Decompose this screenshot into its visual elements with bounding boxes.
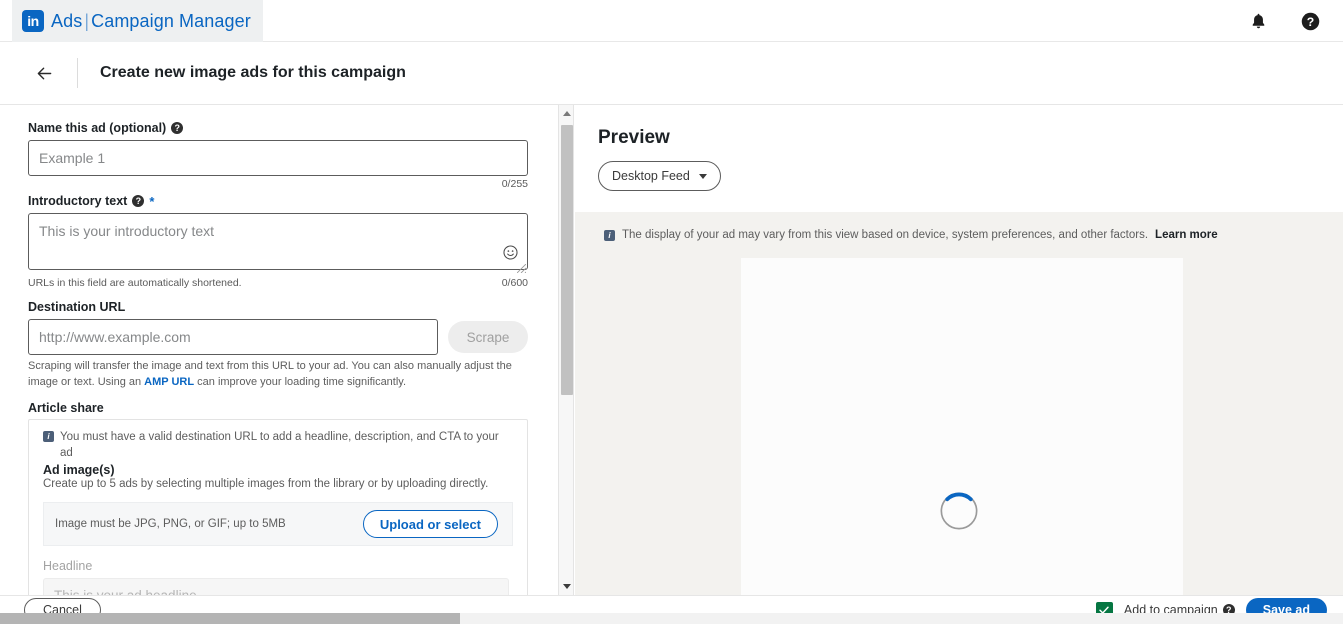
article-share-box: i You must have a valid destination URL … <box>28 418 528 595</box>
linkedin-logo-icon: in <box>22 10 44 32</box>
page-title: Create new image ads for this campaign <box>100 64 406 81</box>
help-circle-icon[interactable]: ? <box>1299 10 1321 32</box>
intro-url-note: URLs in this field are automatically sho… <box>28 277 242 289</box>
name-field-label-row: Name this ad (optional) ? <box>28 121 530 135</box>
preview-notice-text: The display of your ad may vary from thi… <box>622 228 1149 241</box>
scrape-button[interactable]: Scrape <box>448 321 528 353</box>
brand-logo-area[interactable]: in Ads | Campaign Manager <box>12 0 263 42</box>
headline-input[interactable]: This is your ad headline <box>43 578 509 595</box>
section-article-share: Article share i You must have a valid de… <box>28 401 530 595</box>
top-bar-actions: ? <box>1247 0 1321 42</box>
preview-title: Preview <box>598 127 670 148</box>
arrow-left-icon[interactable] <box>27 56 61 90</box>
chevron-down-icon <box>698 173 707 179</box>
campaign-manager-page: in Ads | Campaign Manager ? Create new ima… <box>0 0 1343 624</box>
preview-pane: Preview Desktop Feed i The display of yo… <box>575 105 1343 595</box>
field-name-this-ad: Name this ad (optional) ? 0/255 <box>28 121 530 190</box>
intro-text-textarea[interactable] <box>28 213 528 270</box>
top-bar: in Ads | Campaign Manager ? <box>0 0 1343 42</box>
ad-images-heading: Ad image(s) <box>43 463 115 478</box>
url-field-label: Destination URL <box>28 300 126 314</box>
ad-name-counter: 0/255 <box>501 178 528 190</box>
url-field-label-row: Destination URL <box>28 300 530 314</box>
info-icon: i <box>43 430 54 442</box>
vertical-scroll-thumb[interactable] <box>561 125 573 395</box>
article-share-label: Article share <box>28 400 104 415</box>
upload-row: Image must be JPG, PNG, or GIF; up to 5M… <box>43 502 513 547</box>
main-content: Name this ad (optional) ? 0/255 Introduc… <box>0 105 1343 595</box>
brand-ads-label: Ads <box>51 10 83 31</box>
header-divider <box>77 58 78 88</box>
scroll-down-arrow-icon[interactable] <box>559 578 575 595</box>
help-circle-icon[interactable]: ? <box>132 195 145 207</box>
upload-or-select-button[interactable]: Upload or select <box>362 510 498 539</box>
brand-title: Ads | Campaign Manager <box>51 11 251 32</box>
field-destination-url: Destination URL Scrape Scraping will tra… <box>28 300 530 391</box>
required-asterisk: * <box>149 193 155 209</box>
info-icon: i <box>604 230 615 241</box>
ad-preview-card <box>741 258 1183 595</box>
svg-text:?: ? <box>1306 14 1313 28</box>
preview-device-label: Desktop Feed <box>612 169 690 183</box>
preview-device-select[interactable]: Desktop Feed <box>598 161 721 191</box>
ad-name-input[interactable] <box>28 140 528 176</box>
upload-constraints-note: Image must be JPG, PNG, or GIF; up to 5M… <box>55 518 286 531</box>
loading-spinner <box>940 492 978 530</box>
sub-header: Create new image ads for this campaign <box>0 42 1343 105</box>
horizontal-scroll-thumb[interactable] <box>0 613 460 624</box>
bell-icon[interactable] <box>1247 10 1269 32</box>
ad-form-pane: Name this ad (optional) ? 0/255 Introduc… <box>0 105 558 595</box>
name-field-label: Name this ad (optional) <box>28 121 167 135</box>
intro-meta-row: URLs in this field are automatically sho… <box>28 277 528 289</box>
intro-field-label-row: Introductory text ? * <box>28 194 530 208</box>
intro-textarea-wrap <box>28 213 528 275</box>
form-vertical-scrollbar[interactable] <box>558 105 574 595</box>
page-horizontal-scrollbar[interactable] <box>0 613 1343 624</box>
learn-more-link[interactable]: Learn more <box>1155 229 1218 241</box>
article-share-notice: i You must have a valid destination URL … <box>43 429 513 461</box>
brand-manager-label: Campaign Manager <box>91 10 251 31</box>
field-introductory-text: Introductory text ? * This is your intro… <box>28 194 530 289</box>
brand-separator: | <box>84 10 90 31</box>
emoji-smiley-icon[interactable] <box>502 244 519 261</box>
scroll-up-arrow-icon[interactable] <box>559 105 575 122</box>
url-helper-text: Scraping will transfer the image and tex… <box>28 359 528 391</box>
intro-counter: 0/600 <box>501 277 528 289</box>
destination-url-input[interactable] <box>28 319 438 355</box>
amp-url-link[interactable]: AMP URL <box>144 376 194 388</box>
url-input-row: Scrape <box>28 319 528 355</box>
article-share-notice-text: You must have a valid destination URL to… <box>60 430 499 459</box>
headline-label: Headline <box>43 559 93 574</box>
ad-images-description: Create up to 5 ads by selecting multiple… <box>43 478 489 491</box>
help-circle-icon[interactable]: ? <box>171 122 184 134</box>
url-helper-post: can improve your loading time significan… <box>194 375 407 388</box>
intro-field-label: Introductory text <box>28 194 128 208</box>
preview-stage: i The display of your ad may vary from t… <box>575 212 1343 595</box>
preview-notice: i The display of your ad may vary from t… <box>575 212 1343 241</box>
